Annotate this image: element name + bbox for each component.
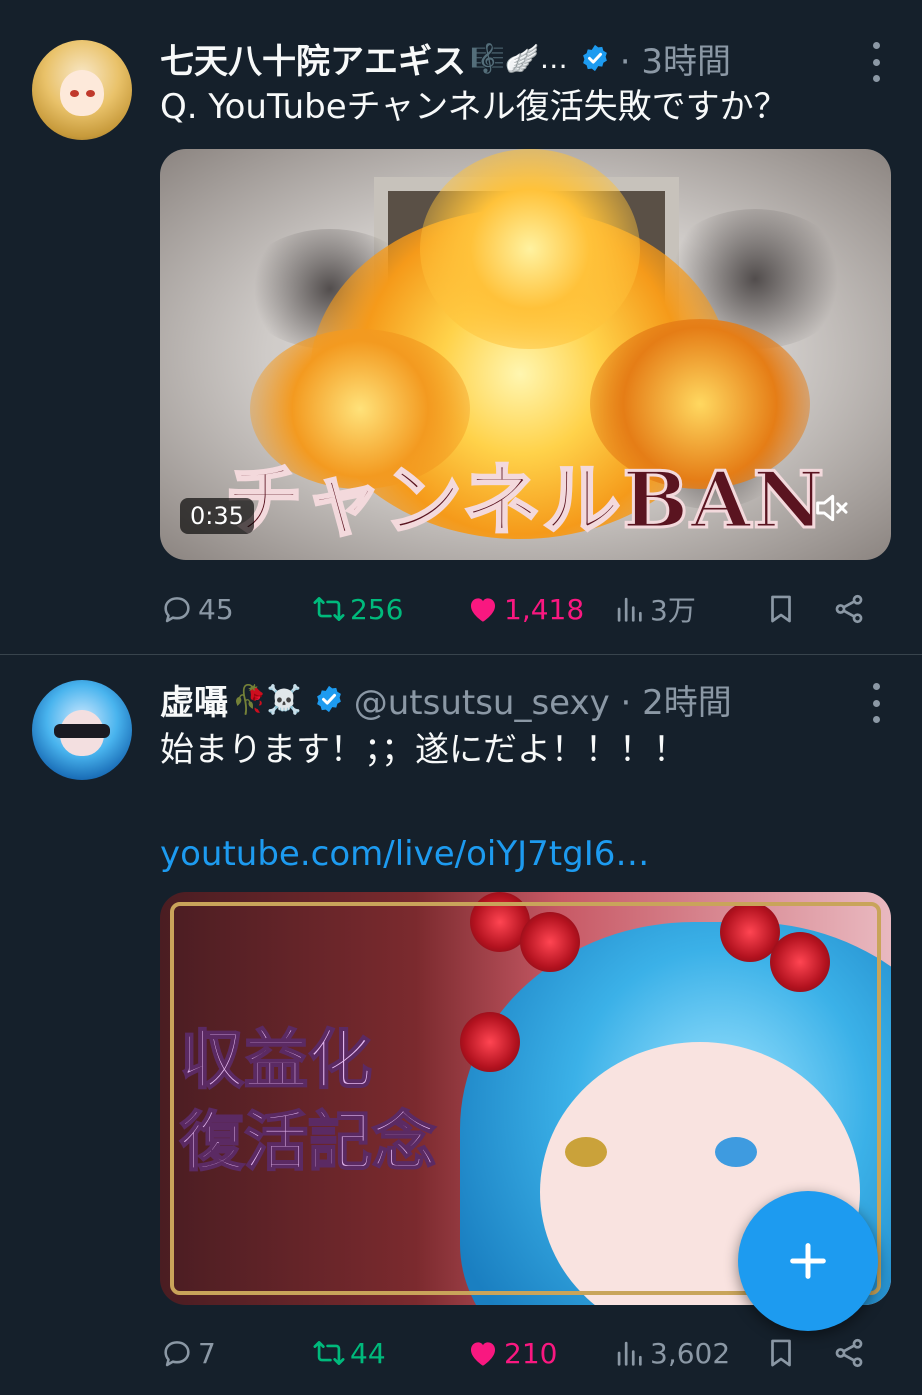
views-count: 3,602 xyxy=(650,1336,731,1370)
views-button[interactable]: 3,602 xyxy=(612,1330,730,1376)
retweet-icon xyxy=(313,597,345,621)
reply-count: 7 xyxy=(198,1336,216,1370)
display-name[interactable]: 七天八十院アエギス xyxy=(160,34,466,83)
tweet-video[interactable]: チャンネルBAN 0:35 xyxy=(160,149,891,560)
reply-button[interactable]: 7 xyxy=(160,1330,216,1376)
share-button[interactable] xyxy=(832,586,870,632)
handle-and-timestamp[interactable]: @utsutsu_sexy · 2時間 xyxy=(354,675,732,724)
views-button[interactable]: 3万 xyxy=(612,586,696,632)
action-bar: 7 44 210 3,602 xyxy=(160,1330,892,1376)
avatar[interactable] xyxy=(32,40,132,140)
reply-icon xyxy=(164,1341,190,1367)
thumbnail-title-line: 復活記念 xyxy=(179,1104,437,1181)
tweet-text: 始まります！；；遂にだよ！！！！ xyxy=(160,730,687,770)
bookmark-button[interactable] xyxy=(764,1330,802,1376)
name-emoji: 🥀☠️ xyxy=(232,682,302,716)
reply-icon xyxy=(164,597,190,623)
thumbnail-title: 収益化 復活記念 xyxy=(179,1020,437,1184)
like-button[interactable]: 1,418 xyxy=(466,586,584,632)
reply-button[interactable]: 45 xyxy=(160,586,234,632)
reply-count: 45 xyxy=(198,592,234,626)
mute-icon[interactable] xyxy=(811,488,851,528)
compose-button[interactable] xyxy=(738,1191,878,1331)
verified-icon xyxy=(582,44,607,72)
heart-icon xyxy=(470,1342,496,1366)
avatar-eye xyxy=(86,90,95,97)
action-bar: 45 256 1,418 3万 xyxy=(160,586,892,632)
like-count: 1,418 xyxy=(504,592,585,626)
like-button[interactable]: 210 xyxy=(466,1330,557,1376)
avatar-face xyxy=(60,70,104,116)
avatar[interactable] xyxy=(32,680,132,780)
views-icon xyxy=(617,1341,642,1366)
retweet-count: 44 xyxy=(350,1336,386,1370)
heart-icon xyxy=(470,598,496,622)
retweet-count: 256 xyxy=(350,592,404,626)
tweet-header: 虚囁 🥀☠️ @utsutsu_sexy · 2時間 xyxy=(160,675,852,724)
views-count: 3万 xyxy=(650,594,696,627)
views-icon xyxy=(617,597,642,622)
more-icon[interactable] xyxy=(870,42,882,82)
retweet-button[interactable]: 44 xyxy=(312,1330,386,1376)
plus-icon xyxy=(790,1243,826,1279)
retweet-icon xyxy=(313,1341,345,1365)
bookmark-button[interactable] xyxy=(764,586,802,632)
tweet-link[interactable]: youtube.com/live/oiYJ7tgI6… xyxy=(160,831,649,877)
name-emoji: 🎼🪽… xyxy=(470,41,568,75)
tweet[interactable]: 七天八十院アエギス 🎼🪽… · 3時間 Q. YouTubeチャンネル復活失敗で… xyxy=(0,0,922,654)
timestamp[interactable]: · 3時間 xyxy=(620,34,731,83)
explosion-graphic xyxy=(420,149,640,349)
avatar-eye xyxy=(70,90,79,97)
verified-icon xyxy=(316,685,341,713)
avatar-blindfold xyxy=(54,724,110,738)
tweet-header: 七天八十院アエギス 🎼🪽… · 3時間 xyxy=(160,34,852,83)
display-name[interactable]: 虚囁 xyxy=(160,675,228,724)
bookmark-icon xyxy=(771,595,791,623)
retweet-button[interactable]: 256 xyxy=(312,586,403,632)
share-icon xyxy=(835,1338,863,1368)
share-button[interactable] xyxy=(832,1330,870,1376)
more-icon[interactable] xyxy=(870,683,882,723)
share-icon xyxy=(835,594,863,624)
bookmark-icon xyxy=(771,1339,791,1367)
video-duration: 0:35 xyxy=(180,498,254,534)
video-overlay-title: チャンネルBAN xyxy=(223,454,827,548)
like-count: 210 xyxy=(504,1336,558,1370)
tweet-text: Q. YouTubeチャンネル復活失敗ですか？ xyxy=(160,87,788,127)
thumbnail-title-line: 収益化 xyxy=(179,1022,373,1099)
